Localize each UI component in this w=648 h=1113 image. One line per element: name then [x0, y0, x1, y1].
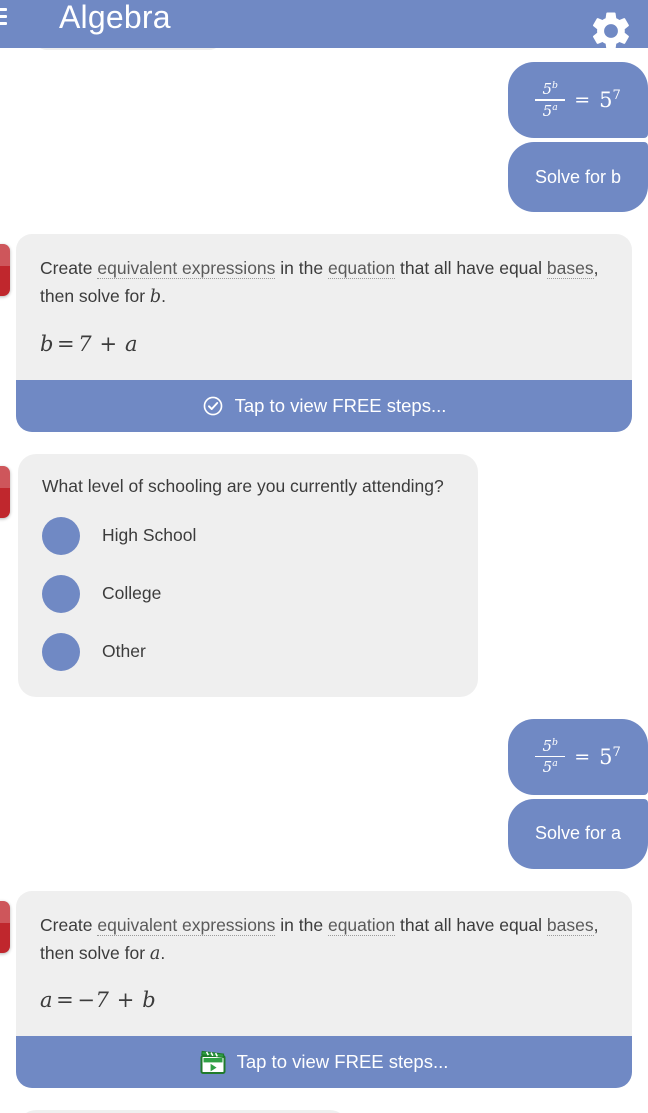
fraction: 5b 5a [535, 736, 566, 778]
solve-for-label: Solve for a [534, 823, 622, 844]
survey-option-college[interactable]: College [42, 574, 454, 613]
text-segment: in the [275, 258, 328, 278]
text-segment: Create [40, 914, 98, 935]
algebra-solver-screen: Algebra 5b 5a = 57 Solve for b Create eq… [0, 0, 648, 1113]
survey-option-other[interactable]: Other [42, 632, 454, 671]
answer-result-2: a = −7 + b [40, 988, 608, 1012]
equation-1: 5b 5a = 57 [535, 79, 621, 121]
survey-option-label: High School [102, 525, 197, 546]
answer-body: Create equivalent expressions in the equ… [16, 891, 632, 1037]
answer-explanation-2: Create equivalent expressions in the equ… [40, 911, 608, 969]
variable-name: b [149, 287, 162, 308]
glossary-link-bases[interactable]: bases [546, 914, 594, 936]
bookmark-tab[interactable] [0, 465, 10, 518]
right-hand-side: 57 [599, 744, 621, 769]
question-block-1: 5b 5a = 57 Solve for b [0, 48, 648, 212]
view-steps-button-1[interactable]: Tap to view FREE steps... [16, 379, 632, 432]
result-equals: = [56, 988, 75, 1013]
survey-question: What level of schooling are you currentl… [42, 475, 444, 496]
right-hand-side: 57 [599, 88, 621, 112]
hamburger-menu-icon[interactable] [0, 7, 7, 25]
fraction: 5b 5a [535, 79, 566, 121]
survey-option-label: Other [102, 641, 146, 662]
view-steps-button-2[interactable]: Tap to view FREE steps... [16, 1036, 632, 1089]
survey-card: What level of schooling are you currentl… [18, 453, 478, 697]
text-segment: Create [40, 258, 98, 278]
text-segment: . [160, 943, 166, 964]
answer-result-1: b = 7 + a [40, 332, 608, 356]
equation-bubble-2[interactable]: 5b 5a = 57 [508, 718, 648, 795]
result-lhs: a [40, 988, 54, 1013]
glossary-link-equivalent-expressions[interactable]: equivalent expressions [97, 258, 276, 279]
gear-icon[interactable] [588, 8, 634, 54]
answer-body: Create equivalent expressions in the equ… [16, 234, 632, 380]
page-title: Algebra [59, 0, 171, 35]
survey-option-label: College [102, 583, 162, 604]
radio-icon[interactable] [42, 574, 80, 613]
glossary-link-equation[interactable]: equation [327, 914, 396, 936]
bookmark-tab[interactable] [0, 900, 10, 953]
conversation-scroll[interactable]: 5b 5a = 57 Solve for b Create equivalent… [0, 48, 648, 1113]
text-segment: in the [275, 914, 328, 935]
answer-explanation-1: Create equivalent expressions in the equ… [40, 254, 608, 312]
text-segment: . [161, 286, 166, 307]
solve-for-bubble-2[interactable]: Solve for a [508, 798, 648, 869]
equation-2: 5b 5a = 57 [535, 736, 621, 778]
text-segment: that all have equal [395, 914, 547, 935]
solve-for-bubble-1[interactable]: Solve for b [508, 142, 648, 212]
app-header: Algebra [0, 0, 648, 50]
check-circle-icon [202, 395, 224, 417]
glossary-link-equivalent-expressions[interactable]: equivalent expressions [97, 914, 276, 936]
survey-option-high-school[interactable]: High School [42, 516, 454, 555]
equals-sign: = [574, 745, 591, 768]
result-rhs: −7 + b [77, 988, 157, 1013]
answer-block-2: Create equivalent expressions in the equ… [0, 890, 648, 1089]
view-steps-label: Tap to view FREE steps... [234, 394, 447, 416]
equation-bubble-1[interactable]: 5b 5a = 57 [508, 62, 648, 138]
answer-block-1: Create equivalent expressions in the equ… [0, 234, 648, 432]
result-equals: = [57, 331, 76, 356]
radio-icon[interactable] [42, 632, 80, 671]
answer-card-1: Create equivalent expressions in the equ… [16, 234, 632, 432]
view-steps-label: Tap to view FREE steps... [236, 1051, 449, 1073]
variable-name: a [149, 944, 161, 965]
equals-sign: = [574, 89, 591, 111]
result-lhs: b [40, 331, 55, 356]
text-segment: that all have equal [395, 258, 547, 278]
glossary-link-equation[interactable]: equation [327, 258, 396, 279]
question-block-2: 5b 5a = 57 Solve for a [0, 697, 648, 869]
survey-block: What level of schooling are you currentl… [0, 453, 648, 697]
glossary-link-bases[interactable]: bases [546, 258, 594, 279]
answer-card-2: Create equivalent expressions in the equ… [16, 890, 632, 1089]
radio-icon[interactable] [42, 516, 80, 555]
video-clapperboard-icon [200, 1049, 226, 1075]
bookmark-tab[interactable] [0, 244, 10, 296]
solve-for-label: Solve for b [534, 166, 622, 187]
result-rhs: 7 + a [78, 331, 139, 356]
